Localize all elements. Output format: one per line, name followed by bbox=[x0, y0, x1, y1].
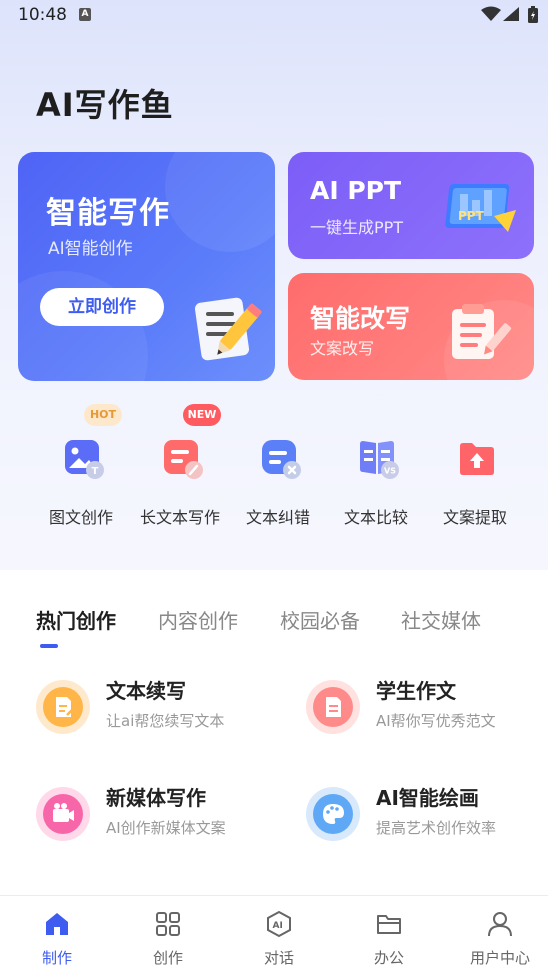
text-extract-icon bbox=[460, 443, 494, 475]
feature-name: 新媒体写作 bbox=[106, 786, 206, 810]
battery-icon bbox=[528, 6, 538, 23]
tool-long-text[interactable]: 长文本写作 bbox=[130, 430, 230, 530]
status-time: 10:48 bbox=[18, 5, 67, 25]
nav-chat[interactable]: AI 对话 bbox=[239, 910, 319, 968]
tool-image-text[interactable]: T 图文创作 bbox=[31, 430, 131, 530]
text-compare-icon: VS bbox=[360, 441, 399, 479]
paper-pencil-icon bbox=[194, 297, 262, 361]
feature-desc: 让ai帮您续写文本 bbox=[106, 712, 225, 730]
tab-hot-creation[interactable]: 热门创作 bbox=[36, 605, 116, 634]
grid-icon bbox=[156, 912, 180, 936]
svg-text:T: T bbox=[92, 466, 99, 477]
smart-writing-card[interactable]: 智能写作 AI智能创作 立即创作 bbox=[18, 152, 275, 381]
feature-desc: AI帮你写优秀范文 bbox=[376, 712, 496, 730]
feature-icon-bg bbox=[306, 787, 360, 841]
tool-label: 文本比较 bbox=[343, 508, 408, 527]
tool-text-correct[interactable]: 文本纠错 bbox=[228, 430, 328, 530]
feature-name: 文本续写 bbox=[106, 679, 186, 703]
wifi-icon bbox=[481, 6, 501, 21]
feature-desc: AI创作新媒体文案 bbox=[106, 819, 226, 837]
feature-name: 学生作文 bbox=[376, 679, 456, 703]
ppt-icon: PPT bbox=[445, 184, 516, 232]
app-title: AI写作鱼 bbox=[36, 86, 174, 124]
text-correct-icon bbox=[262, 440, 301, 479]
signal-icon bbox=[503, 7, 519, 21]
ai-chat-icon: AI bbox=[267, 910, 291, 938]
tool-text-extract[interactable]: 文案提取 bbox=[425, 430, 525, 530]
feature-text-continue[interactable]: 文本续写 让ai帮您续写文本 bbox=[36, 679, 276, 760]
smart-rewrite-title: 智能改写 bbox=[310, 304, 411, 333]
nav-create[interactable]: 创作 bbox=[128, 910, 208, 968]
bottom-navigation: 制作 创作 AI 对话 办公 用户中心 bbox=[0, 895, 548, 977]
clipboard-edit-icon bbox=[452, 304, 512, 359]
feature-icon-bg bbox=[36, 680, 90, 734]
nav-label: 创作 bbox=[152, 949, 183, 967]
svg-text:AI: AI bbox=[273, 921, 283, 931]
ai-ppt-title: AI PPT bbox=[310, 176, 402, 205]
feature-icon-bg bbox=[306, 680, 360, 734]
nav-office[interactable]: 办公 bbox=[349, 910, 429, 968]
category-tabs: 热门创作 内容创作 校园必备 社交媒体 bbox=[0, 572, 548, 652]
tab-indicator bbox=[40, 644, 58, 648]
tool-label: 图文创作 bbox=[48, 508, 113, 527]
nav-label: 对话 bbox=[263, 949, 294, 967]
home-icon bbox=[46, 913, 68, 935]
smart-rewrite-subtitle: 文案改写 bbox=[310, 339, 375, 358]
image-text-icon: T bbox=[65, 440, 104, 479]
nav-label: 制作 bbox=[41, 949, 72, 967]
user-icon bbox=[488, 912, 512, 937]
long-text-icon bbox=[164, 440, 203, 479]
smart-writing-subtitle: AI智能创作 bbox=[48, 239, 133, 259]
document-edit-icon bbox=[43, 687, 83, 727]
tool-label: 文案提取 bbox=[442, 508, 507, 527]
nav-make[interactable]: 制作 bbox=[17, 910, 97, 968]
ai-ppt-card[interactable]: AI PPT 一键生成PPT PPT bbox=[288, 152, 534, 259]
status-bar: 10:48 A bbox=[0, 0, 548, 30]
palette-icon bbox=[313, 794, 353, 834]
nav-user-center[interactable]: 用户中心 bbox=[460, 910, 540, 968]
feature-name: AI智能绘画 bbox=[376, 786, 479, 810]
tool-label: 文本纠错 bbox=[245, 508, 310, 527]
tab-social-media[interactable]: 社交媒体 bbox=[401, 605, 481, 634]
notification-icon: A bbox=[79, 8, 91, 21]
start-create-button[interactable]: 立即创作 bbox=[40, 288, 164, 326]
smart-writing-title: 智能写作 bbox=[46, 196, 170, 231]
feature-new-media[interactable]: 新媒体写作 AI创作新媒体文案 bbox=[36, 786, 276, 867]
feature-icon-bg bbox=[36, 787, 90, 841]
hot-badge: HOT bbox=[84, 404, 122, 426]
folder-icon bbox=[377, 915, 401, 934]
smart-rewrite-card[interactable]: 智能改写 文案改写 bbox=[288, 273, 534, 380]
feature-desc: 提高艺术创作效率 bbox=[376, 819, 497, 837]
nav-label: 用户中心 bbox=[469, 949, 530, 967]
tool-text-compare[interactable]: VS 文本比较 bbox=[326, 430, 426, 530]
tab-campus[interactable]: 校园必备 bbox=[280, 605, 360, 634]
tool-label: 长文本写作 bbox=[139, 508, 220, 527]
svg-text:VS: VS bbox=[384, 467, 396, 476]
feature-ai-painting[interactable]: AI智能绘画 提高艺术创作效率 bbox=[306, 786, 546, 867]
nav-label: 办公 bbox=[373, 949, 404, 967]
camera-icon bbox=[43, 794, 83, 834]
ai-ppt-subtitle: 一键生成PPT bbox=[310, 218, 404, 237]
ppt-icon-text: PPT bbox=[458, 209, 485, 223]
new-badge: NEW bbox=[183, 404, 221, 426]
feature-student-essay[interactable]: 学生作文 AI帮你写优秀范文 bbox=[306, 679, 546, 760]
tab-content-creation[interactable]: 内容创作 bbox=[158, 605, 238, 634]
document-icon bbox=[313, 687, 353, 727]
card-decoration bbox=[165, 152, 275, 252]
